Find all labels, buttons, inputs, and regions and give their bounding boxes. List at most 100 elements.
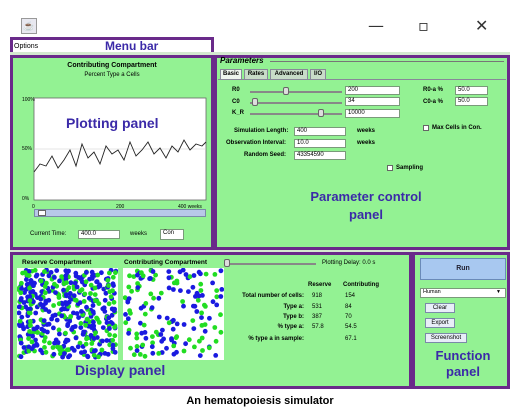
- cell-dot: [83, 341, 89, 347]
- stats-row-reserve: 531: [312, 304, 323, 310]
- cell-dot: [31, 343, 37, 349]
- r0-slider-track[interactable]: [250, 91, 342, 93]
- cell-dot: [150, 350, 156, 356]
- cell-dot: [38, 278, 44, 284]
- c0-field[interactable]: 34: [345, 97, 400, 106]
- cell-dot: [88, 291, 93, 296]
- minimize-button[interactable]: —: [368, 16, 384, 35]
- cell-dot: [106, 315, 112, 321]
- cell-dot: [126, 296, 132, 301]
- restore-button[interactable]: ▫: [418, 16, 429, 35]
- cell-dot: [91, 336, 97, 341]
- kr-slider-track[interactable]: [250, 113, 342, 115]
- cell-dot: [17, 304, 22, 310]
- cell-dot: [18, 297, 24, 303]
- current-time-field[interactable]: 400.0: [78, 230, 120, 239]
- cell-dot: [113, 270, 118, 276]
- cell-dot: [111, 299, 117, 305]
- cell-dot: [129, 288, 134, 294]
- cell-dot: [27, 294, 33, 299]
- time-scrollbar[interactable]: [34, 209, 206, 217]
- cell-dot: [123, 320, 129, 326]
- compartment-select[interactable]: Con: [160, 229, 184, 240]
- obs-interval-field[interactable]: 10.0: [294, 139, 346, 148]
- cell-dot: [27, 306, 33, 312]
- sampling-checkbox[interactable]: [387, 165, 393, 171]
- tab-basic[interactable]: Basic: [220, 69, 242, 79]
- cell-dot: [73, 335, 79, 341]
- cell-dot: [57, 347, 63, 353]
- cell-dot: [60, 301, 66, 307]
- c0-slider-track[interactable]: [250, 102, 342, 104]
- cell-dot: [43, 300, 48, 306]
- cell-dot: [43, 349, 49, 355]
- cell-dot: [57, 278, 62, 284]
- kr-field[interactable]: 10000: [345, 109, 400, 118]
- cell-dot: [191, 326, 197, 331]
- tab-underline: [218, 79, 506, 80]
- cell-dot: [59, 307, 64, 312]
- cell-dot: [96, 354, 101, 360]
- c0-slider-knob[interactable]: [252, 98, 258, 106]
- cell-dot: [166, 320, 172, 326]
- close-button[interactable]: ✕: [475, 16, 488, 35]
- cell-dot: [151, 295, 156, 301]
- c0a-field[interactable]: 50.0: [455, 97, 488, 106]
- chevron-down-icon[interactable]: ▼: [496, 289, 501, 295]
- max-cells-label: Max Cells in Con.: [432, 125, 482, 131]
- cell-dot: [153, 329, 159, 335]
- cell-dot: [213, 353, 219, 358]
- cell-dot: [57, 331, 62, 337]
- java-app-icon: ☕: [21, 18, 37, 34]
- species-select[interactable]: Human: [420, 288, 506, 298]
- max-cells-checkbox[interactable]: [423, 125, 429, 131]
- cell-dot: [166, 285, 172, 291]
- cell-dot: [68, 280, 74, 286]
- cell-dot: [140, 342, 146, 348]
- r0-slider-knob[interactable]: [283, 87, 289, 95]
- cell-dot: [18, 354, 24, 360]
- cell-dot: [78, 277, 84, 282]
- seed-field[interactable]: 43354590: [294, 151, 346, 160]
- time-scrollbar-thumb[interactable]: [38, 210, 46, 216]
- cell-dot: [193, 294, 198, 299]
- cell-dot: [44, 280, 49, 286]
- cell-dot: [171, 317, 176, 323]
- run-button[interactable]: Run: [420, 258, 506, 280]
- cell-dot: [210, 280, 215, 286]
- parameters-header: Parameters: [220, 56, 264, 65]
- cell-dot: [101, 305, 107, 311]
- cell-dot: [46, 273, 52, 279]
- clear-button[interactable]: Clear: [425, 303, 455, 313]
- r0a-field[interactable]: 50.0: [455, 86, 488, 95]
- cell-dot: [134, 348, 140, 353]
- cell-dot: [166, 269, 172, 274]
- current-time-unit: weeks: [130, 231, 148, 237]
- r0-field[interactable]: 200: [345, 86, 400, 95]
- cell-dot: [137, 352, 143, 357]
- plotting-delay-knob[interactable]: [224, 259, 230, 267]
- plotting-delay-track[interactable]: [226, 263, 316, 265]
- cell-dot: [42, 290, 48, 296]
- stats-row-label: % type a in sample:: [248, 336, 304, 342]
- cell-dot: [33, 310, 39, 316]
- cell-dot: [212, 325, 218, 330]
- cell-dot: [110, 342, 116, 348]
- cell-dot: [92, 298, 98, 303]
- cell-dot: [17, 323, 23, 329]
- screenshot-button[interactable]: Screenshot: [425, 333, 467, 343]
- sim-length-field[interactable]: 400: [294, 127, 346, 136]
- cell-dot: [156, 351, 162, 356]
- cell-dot: [125, 316, 131, 322]
- tab-io[interactable]: I/O: [310, 69, 326, 79]
- stats-row-label: % type a:: [277, 324, 304, 330]
- tab-advanced[interactable]: Advanced: [270, 69, 308, 79]
- cell-dot: [66, 285, 72, 291]
- export-button[interactable]: Export: [425, 318, 455, 328]
- stats-row-label: Type a:: [283, 304, 304, 310]
- stats-row-contributing: 67.1: [345, 336, 357, 342]
- cell-dot: [84, 316, 90, 322]
- tab-rates[interactable]: Rates: [244, 69, 268, 79]
- kr-slider-knob[interactable]: [318, 109, 324, 117]
- r0-label: R0: [232, 87, 240, 93]
